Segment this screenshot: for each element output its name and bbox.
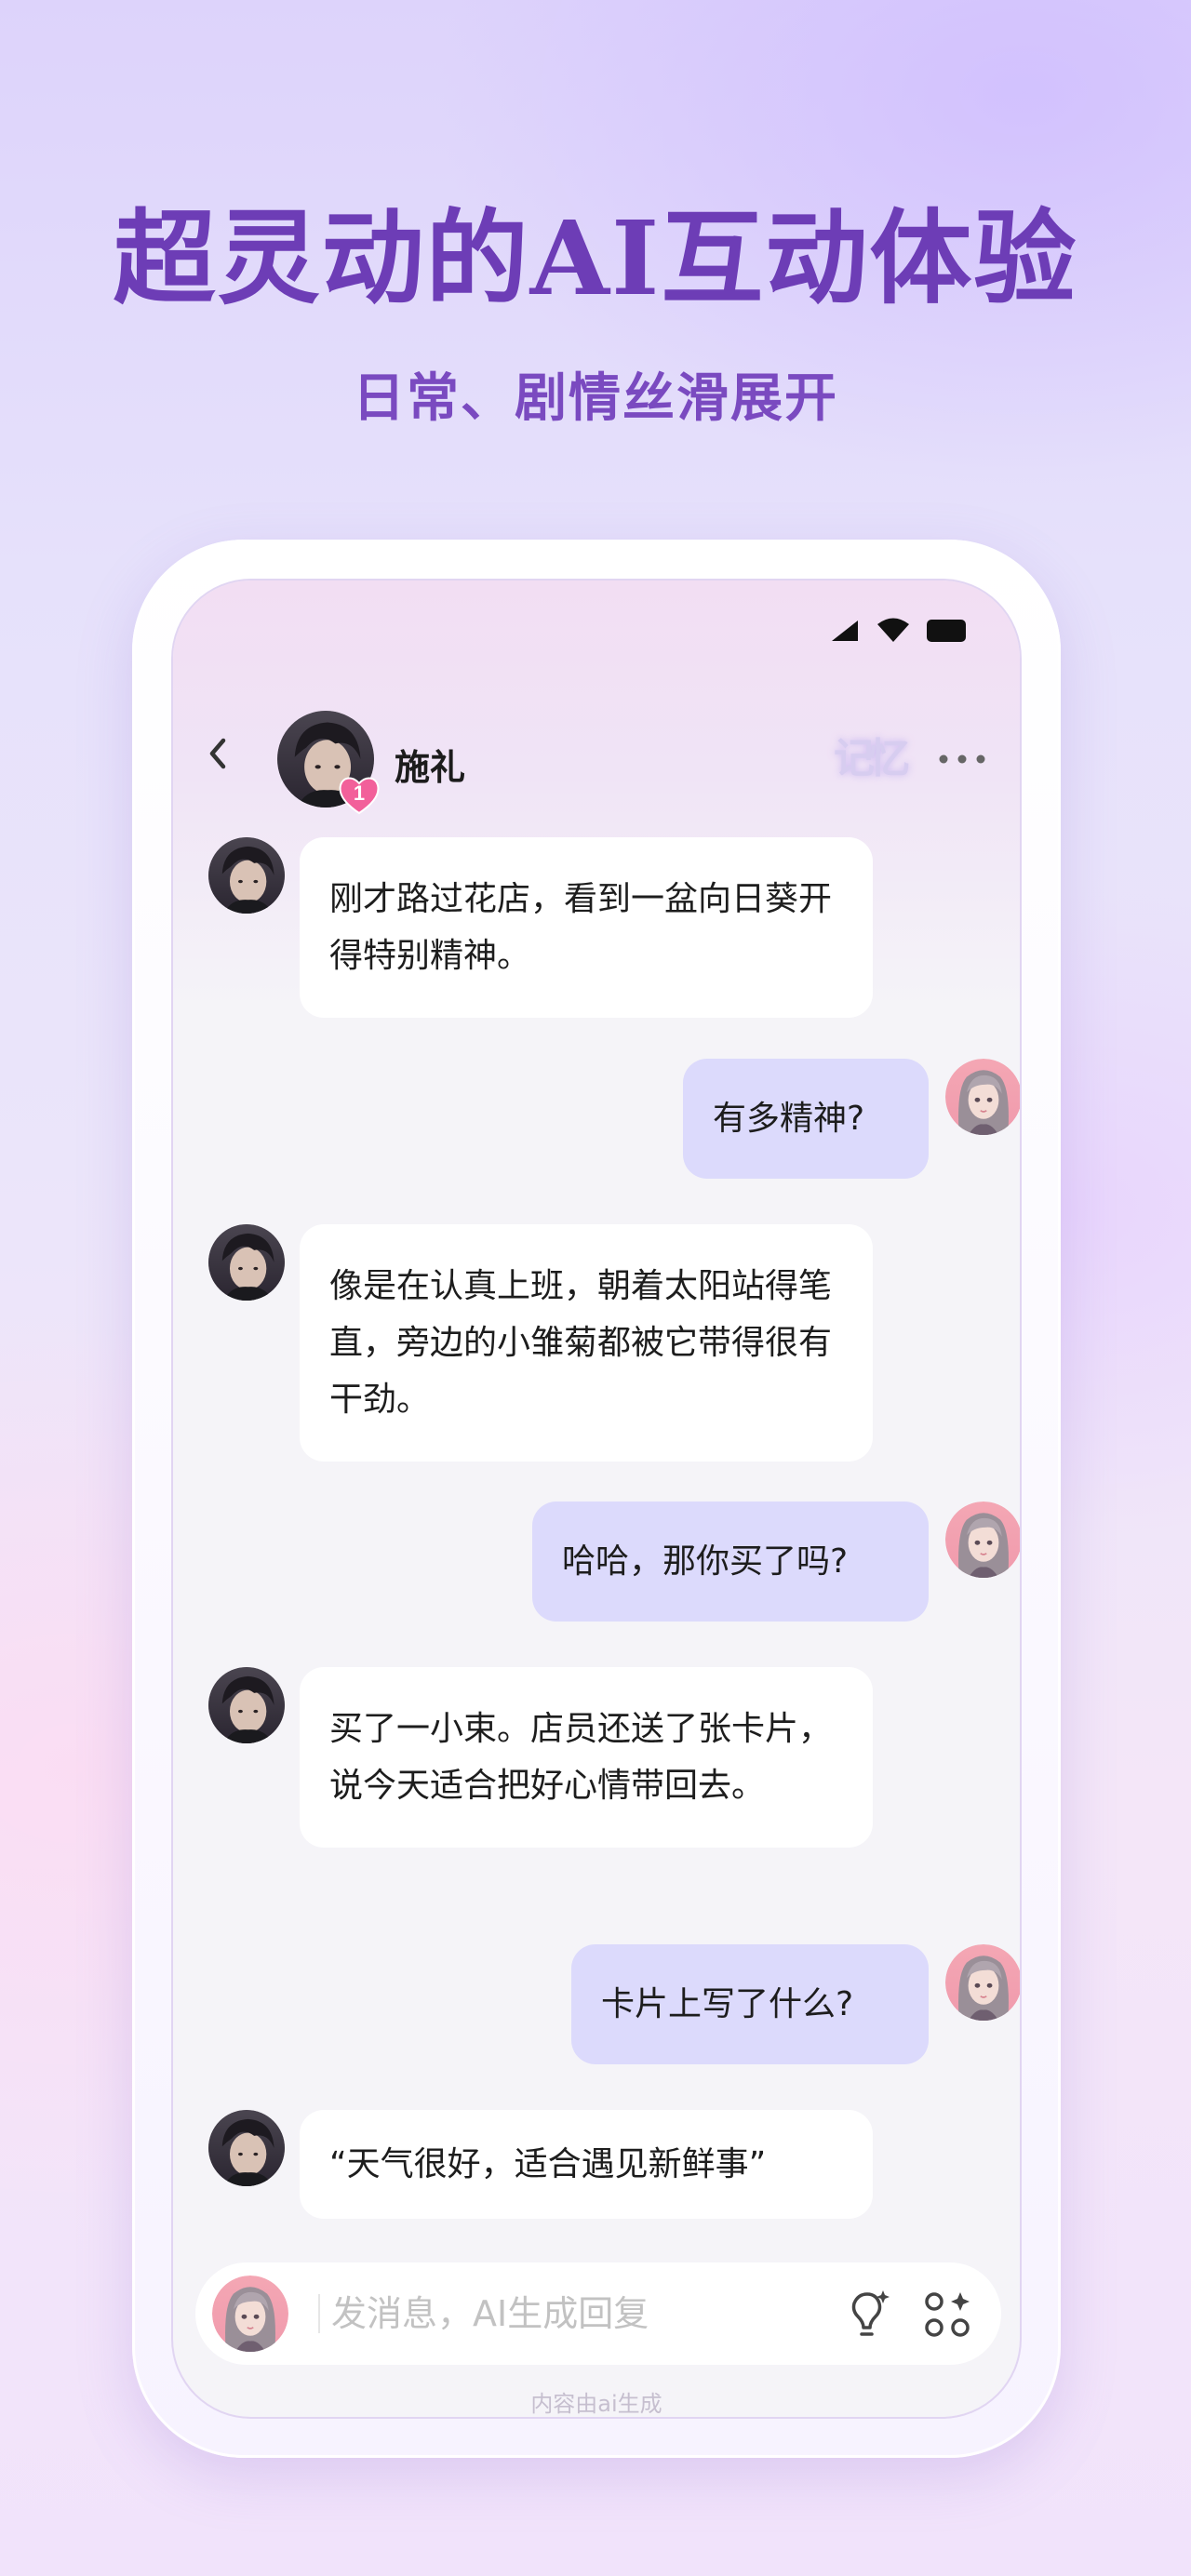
user-avatar[interactable]: [945, 1502, 1022, 1578]
contact-name[interactable]: 施礼: [395, 739, 465, 790]
ai-message-bubble: “天气很好，适合遇见新鲜事”: [300, 2110, 873, 2219]
ai-avatar[interactable]: [208, 1224, 285, 1301]
wifi-icon: [877, 618, 909, 642]
status-bar: [830, 618, 966, 644]
message-input[interactable]: [331, 2283, 796, 2344]
user-avatar[interactable]: [945, 1944, 1022, 2021]
user-message-bubble: 卡片上写了什么?: [571, 1944, 929, 2064]
apps-grid-icon[interactable]: [921, 2289, 973, 2341]
ai-avatar[interactable]: [208, 837, 285, 914]
memory-button[interactable]: 记忆: [834, 731, 917, 787]
ai-disclaimer: 内容由ai生成: [530, 2391, 662, 2417]
user-message-bubble: 哈哈，那你买了吗?: [532, 1502, 929, 1622]
ai-message-bubble: 像是在认真上班，朝着太阳站得笔直，旁边的小雏菊都被它带得很有干劲。: [300, 1224, 873, 1462]
ai-message-bubble: 买了一小束。店员还送了张卡片，说今天适合把好心情带回去。: [300, 1667, 873, 1848]
chat-screen: 1 施礼 记忆 刚才路过花店，看到一盆向日葵开得特别精神。 有多精神? 像是在认…: [171, 579, 1022, 2419]
user-message-bubble: 有多精神?: [683, 1059, 929, 1179]
more-dots-icon[interactable]: [936, 750, 988, 768]
chat-header: 1 施礼 记忆: [173, 692, 1020, 815]
lightbulb-icon[interactable]: [839, 2287, 893, 2341]
message-input-bar: [195, 2262, 1001, 2365]
hero-title: 超灵动的AI互动体验: [113, 198, 1078, 318]
user-avatar[interactable]: [945, 1059, 1022, 1135]
signal-icon: [832, 621, 858, 641]
input-divider: [318, 2294, 320, 2333]
ai-avatar[interactable]: [208, 2110, 285, 2186]
ai-message-bubble: 刚才路过花店，看到一盆向日葵开得特别精神。: [300, 837, 873, 1018]
ai-avatar[interactable]: [208, 1667, 285, 1743]
intimacy-level: 1: [353, 781, 366, 805]
back-button[interactable]: [201, 731, 234, 776]
battery-icon: [927, 620, 966, 642]
user-persona-avatar[interactable]: [212, 2276, 288, 2352]
intimacy-badge: 1: [337, 774, 381, 815]
phone-frame: 1 施礼 记忆 刚才路过花店，看到一盆向日葵开得特别精神。 有多精神? 像是在认…: [132, 540, 1061, 2458]
hero-subtitle: 日常、剧情丝滑展开: [353, 367, 838, 429]
